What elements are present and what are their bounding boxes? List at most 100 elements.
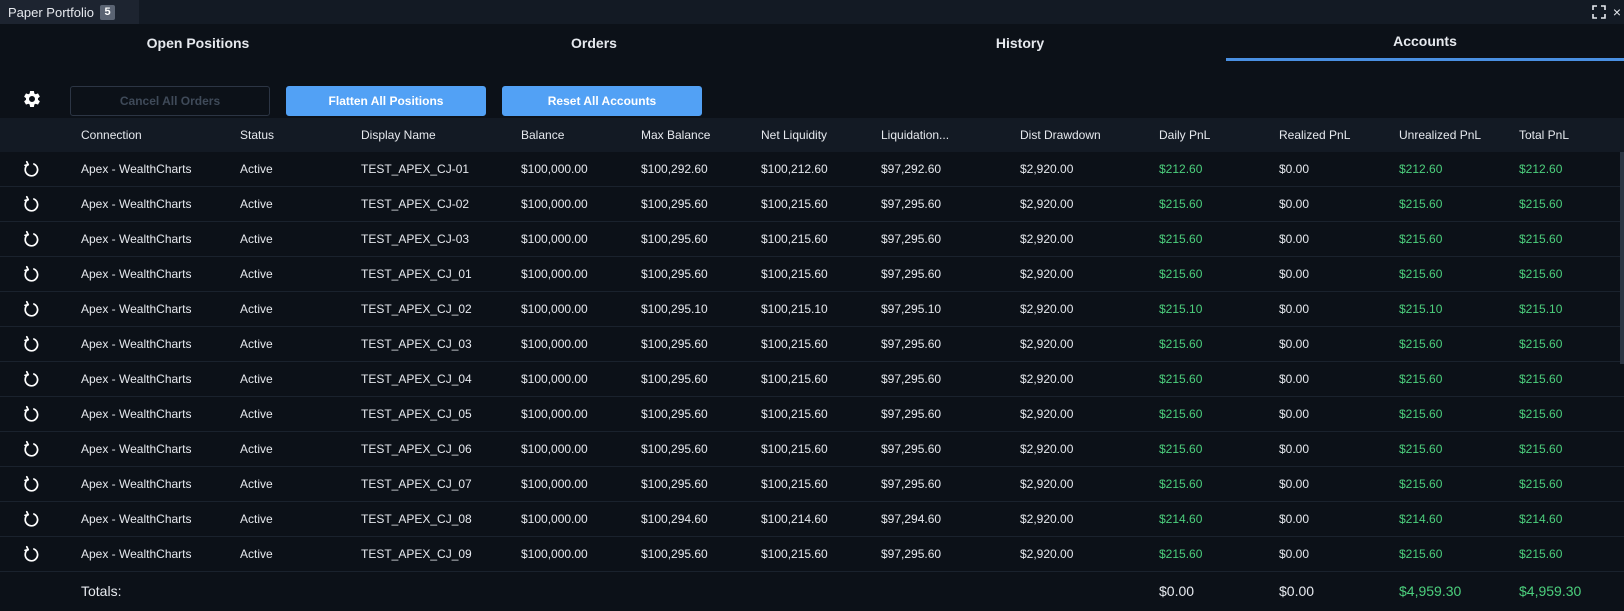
cell-realized-pnl: $0.00 [1279,442,1310,456]
column-header-balance[interactable]: Balance [521,118,564,152]
cell-net-liquidity: $100,215.60 [761,267,828,281]
table-row[interactable]: Apex - WealthCharts Active TEST_APEX_CJ_06… [0,432,1624,467]
column-header-status[interactable]: Status [240,118,274,152]
reset-icon[interactable] [22,265,41,284]
cell-realized-pnl: $0.00 [1279,162,1310,176]
column-header-dist-drawdown[interactable]: Dist Drawdown [1020,118,1101,152]
reset-icon[interactable] [22,160,41,179]
reset-icon[interactable] [22,230,41,249]
cell-daily-pnl: $215.60 [1159,337,1203,351]
gear-icon[interactable] [22,89,42,109]
table-row[interactable]: Apex - WealthCharts Active TEST_APEX_CJ_04… [0,362,1624,397]
reset-icon[interactable] [22,300,41,319]
reset-icon[interactable] [22,335,41,354]
cell-display-name: TEST_APEX_CJ_09 [361,547,472,561]
column-header-liquidation[interactable]: Liquidation... [881,118,949,152]
cell-total-pnl: $212.60 [1519,162,1563,176]
cell-max-balance: $100,295.60 [641,337,708,351]
cell-max-balance: $100,295.60 [641,232,708,246]
column-header-total-pnl[interactable]: Total PnL [1519,118,1569,152]
cell-liquidation: $97,295.60 [881,197,942,211]
cell-balance: $100,000.00 [521,337,588,351]
cell-liquidation: $97,294.60 [881,512,942,526]
cell-max-balance: $100,295.60 [641,407,708,421]
column-header-connection[interactable]: Connection [81,118,142,152]
table-row[interactable]: Apex - WealthCharts Active TEST_APEX_CJ-02… [0,187,1624,222]
cell-daily-pnl: $215.60 [1159,407,1203,421]
cell-dist-drawdown: $2,920.00 [1020,162,1074,176]
cell-total-pnl: $215.60 [1519,337,1563,351]
totals-daily-pnl: $0.00 [1159,583,1195,599]
reset-icon[interactable] [22,510,41,529]
cell-connection: Apex - WealthCharts [81,442,192,456]
cell-connection: Apex - WealthCharts [81,477,192,491]
cell-unrealized-pnl: $215.60 [1399,407,1443,421]
maximize-icon[interactable] [1590,3,1608,21]
reset-icon[interactable] [22,405,41,424]
table-row[interactable]: Apex - WealthCharts Active TEST_APEX_CJ-01… [0,152,1624,187]
tab-label: Open Positions [146,34,250,51]
cell-net-liquidity: $100,215.60 [761,197,828,211]
window-tab[interactable]: Paper Portfolio 5 [0,0,139,24]
reset-icon[interactable] [22,475,41,494]
table-row[interactable]: Apex - WealthCharts Active TEST_APEX_CJ_07… [0,467,1624,502]
table-header: Connection Status Display Name Balance M… [0,118,1624,152]
cell-unrealized-pnl: $215.60 [1399,232,1443,246]
table-row[interactable]: Apex - WealthCharts Active TEST_APEX_CJ_09… [0,537,1624,572]
cell-liquidation: $97,295.60 [881,547,942,561]
cell-realized-pnl: $0.00 [1279,337,1310,351]
cell-net-liquidity: $100,215.60 [761,442,828,456]
flatten-all-positions-button[interactable]: Flatten All Positions [286,86,486,116]
cell-dist-drawdown: $2,920.00 [1020,372,1074,386]
cell-status: Active [240,232,273,246]
table-row[interactable]: Apex - WealthCharts Active TEST_APEX_CJ_03… [0,327,1624,362]
cell-status: Active [240,197,273,211]
cell-display-name: TEST_APEX_CJ_02 [361,302,472,316]
column-header-max-balance[interactable]: Max Balance [641,118,710,152]
close-icon[interactable]: × [1610,3,1624,21]
cell-net-liquidity: $100,215.60 [761,372,828,386]
column-header-realized-pnl[interactable]: Realized PnL [1279,118,1350,152]
cell-total-pnl: $215.60 [1519,267,1563,281]
cell-balance: $100,000.00 [521,267,588,281]
table-row[interactable]: Apex - WealthCharts Active TEST_APEX_CJ_02… [0,292,1624,327]
cell-realized-pnl: $0.00 [1279,512,1310,526]
cell-net-liquidity: $100,215.60 [761,547,828,561]
cell-dist-drawdown: $2,920.00 [1020,337,1074,351]
table-row[interactable]: Apex - WealthCharts Active TEST_APEX_CJ_08… [0,502,1624,537]
cancel-all-orders-button[interactable]: Cancel All Orders [70,86,270,116]
vertical-scrollbar[interactable] [1620,152,1624,364]
column-header-net-liquidity[interactable]: Net Liquidity [761,118,827,152]
tab-orders[interactable]: Orders [396,24,792,61]
cell-connection: Apex - WealthCharts [81,232,192,246]
cell-display-name: TEST_APEX_CJ_06 [361,442,472,456]
cell-daily-pnl: $212.60 [1159,162,1203,176]
totals-total-pnl: $4,959.30 [1519,583,1582,599]
cell-max-balance: $100,295.60 [641,547,708,561]
column-header-daily-pnl[interactable]: Daily PnL [1159,118,1210,152]
table-row[interactable]: Apex - WealthCharts Active TEST_APEX_CJ-03… [0,222,1624,257]
tab-open-positions[interactable]: Open Positions [0,24,396,61]
column-header-display-name[interactable]: Display Name [361,118,436,152]
cell-max-balance: $100,295.10 [641,302,708,316]
cell-display-name: TEST_APEX_CJ_03 [361,337,472,351]
cell-total-pnl: $215.60 [1519,442,1563,456]
cell-realized-pnl: $0.00 [1279,477,1310,491]
cell-connection: Apex - WealthCharts [81,302,192,316]
reset-all-accounts-button[interactable]: Reset All Accounts [502,86,702,116]
reset-icon[interactable] [22,370,41,389]
cell-status: Active [240,407,273,421]
reset-icon[interactable] [22,195,41,214]
cell-status: Active [240,512,273,526]
table-row[interactable]: Apex - WealthCharts Active TEST_APEX_CJ_05… [0,397,1624,432]
tab-history[interactable]: History [822,24,1218,61]
column-header-unrealized-pnl[interactable]: Unrealized PnL [1399,118,1481,152]
cell-unrealized-pnl: $215.10 [1399,302,1443,316]
tab-accounts[interactable]: Accounts [1226,24,1624,61]
reset-icon[interactable] [22,545,41,564]
table-row[interactable]: Apex - WealthCharts Active TEST_APEX_CJ_01… [0,257,1624,292]
reset-icon[interactable] [22,440,41,459]
cell-display-name: TEST_APEX_CJ-03 [361,232,470,246]
cell-daily-pnl: $215.10 [1159,302,1203,316]
cell-realized-pnl: $0.00 [1279,267,1310,281]
